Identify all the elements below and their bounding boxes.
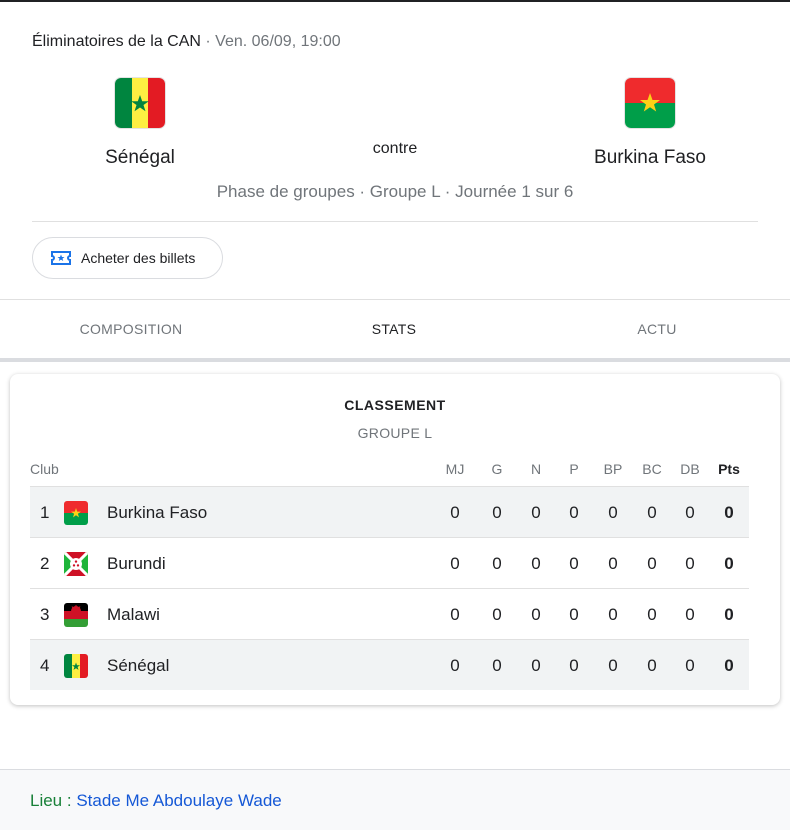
row-club-name[interactable]: Sénégal <box>107 656 169 676</box>
row-stat-p: 0 <box>569 503 579 522</box>
burkina-faso-flag-icon[interactable] <box>625 78 675 128</box>
row-stat-db: 0 <box>685 554 695 573</box>
column-header-bc: BC <box>642 461 662 477</box>
row-stat-bp: 0 <box>608 605 618 624</box>
tab-stats[interactable]: STATS <box>294 321 494 337</box>
table-row[interactable]: 4 Sénégal 0 0 0 0 0 0 0 0 <box>30 639 749 690</box>
row-stat-mj: 0 <box>450 656 460 675</box>
row-stat-bc: 0 <box>647 656 657 675</box>
column-header-db: DB <box>680 461 700 477</box>
row-stat-n: 0 <box>531 554 541 573</box>
tabs-bottom-bar <box>0 358 790 362</box>
row-stat-bp: 0 <box>608 656 618 675</box>
column-header-club: Club <box>30 461 59 477</box>
senegal-flag-icon[interactable] <box>115 78 165 128</box>
senegal-flag-icon <box>64 654 88 678</box>
row-stat-n: 0 <box>531 503 541 522</box>
tab-composition[interactable]: COMPOSITION <box>31 321 231 337</box>
row-stat-bc: 0 <box>647 503 657 522</box>
row-stat-mj: 0 <box>450 503 460 522</box>
row-stat-p: 0 <box>569 554 579 573</box>
burundi-flag-icon <box>64 552 88 576</box>
row-stat-db: 0 <box>685 656 695 675</box>
row-stat-bp: 0 <box>608 554 618 573</box>
row-club-name[interactable]: Malawi <box>107 605 160 625</box>
column-header-n: N <box>530 461 542 477</box>
row-stat-db: 0 <box>685 503 695 522</box>
ticket-icon <box>51 251 71 265</box>
row-stat-pts: 0 <box>724 554 734 573</box>
row-stat-p: 0 <box>569 656 579 675</box>
away-team-name[interactable]: Burkina Faso <box>550 147 750 169</box>
match-date: Ven. 06/09, 19:00 <box>215 33 341 50</box>
column-header-g: G <box>491 461 503 477</box>
buy-tickets-button[interactable]: Acheter des billets <box>32 237 223 279</box>
table-row[interactable]: 3 Malawi 0 0 0 0 0 0 0 0 <box>30 588 749 639</box>
competition-name[interactable]: Éliminatoires de la CAN <box>32 33 201 50</box>
row-stat-bp: 0 <box>608 503 618 522</box>
row-stat-mj: 0 <box>450 554 460 573</box>
table-row[interactable]: 2 Burundi 0 0 0 0 0 0 0 0 <box>30 537 749 588</box>
venue-info: Lieu : Stade Me Abdoulaye Wade <box>30 791 282 811</box>
row-club-name[interactable]: Burundi <box>107 554 166 574</box>
row-stat-bc: 0 <box>647 605 657 624</box>
row-stat-g: 0 <box>492 554 502 573</box>
tab-actu[interactable]: ACTU <box>557 321 757 337</box>
column-header-pts: Pts <box>718 461 740 477</box>
match-phase: Phase de groupes · Groupe L · Journée 1 … <box>216 182 574 201</box>
row-stat-n: 0 <box>531 656 541 675</box>
row-stat-mj: 0 <box>450 605 460 624</box>
standings-card: CLASSEMENT GROUPE L Club MJ G N P BP BC … <box>10 374 780 705</box>
venue-link[interactable]: Stade Me Abdoulaye Wade <box>76 791 281 810</box>
row-rank: 2 <box>40 554 50 573</box>
column-header-mj: MJ <box>445 461 465 477</box>
header-separator: · <box>200 33 216 50</box>
top-border <box>0 0 790 2</box>
row-stat-g: 0 <box>492 656 502 675</box>
row-stat-pts: 0 <box>724 605 734 624</box>
row-rank: 1 <box>40 503 50 522</box>
column-header-p: P <box>569 461 579 477</box>
row-stat-bc: 0 <box>647 554 657 573</box>
standings-group: GROUPE L <box>357 425 433 441</box>
divider <box>32 221 758 222</box>
venue-footer: Lieu : Stade Me Abdoulaye Wade <box>0 770 790 830</box>
standings-title: CLASSEMENT <box>344 397 446 413</box>
row-rank: 3 <box>40 605 50 624</box>
table-row[interactable]: 1 Burkina Faso 0 0 0 0 0 0 0 0 <box>30 486 749 537</box>
row-stat-pts: 0 <box>724 503 734 522</box>
row-stat-n: 0 <box>531 605 541 624</box>
malawi-flag-icon <box>64 603 88 627</box>
buy-tickets-label: Acheter des billets <box>81 250 196 266</box>
row-rank: 4 <box>40 656 50 675</box>
tabs-divider <box>0 299 790 300</box>
versus-label: contre <box>372 140 418 157</box>
row-stat-g: 0 <box>492 605 502 624</box>
venue-label: Lieu : <box>30 791 72 810</box>
burkina-faso-flag-icon <box>64 501 88 525</box>
row-stat-g: 0 <box>492 503 502 522</box>
home-team-name[interactable]: Sénégal <box>40 147 240 169</box>
row-stat-db: 0 <box>685 605 695 624</box>
row-stat-pts: 0 <box>724 656 734 675</box>
row-club-name[interactable]: Burkina Faso <box>107 503 207 523</box>
match-header: Éliminatoires de la CAN · Ven. 06/09, 19… <box>32 33 341 51</box>
column-header-bp: BP <box>603 461 623 477</box>
row-stat-p: 0 <box>569 605 579 624</box>
